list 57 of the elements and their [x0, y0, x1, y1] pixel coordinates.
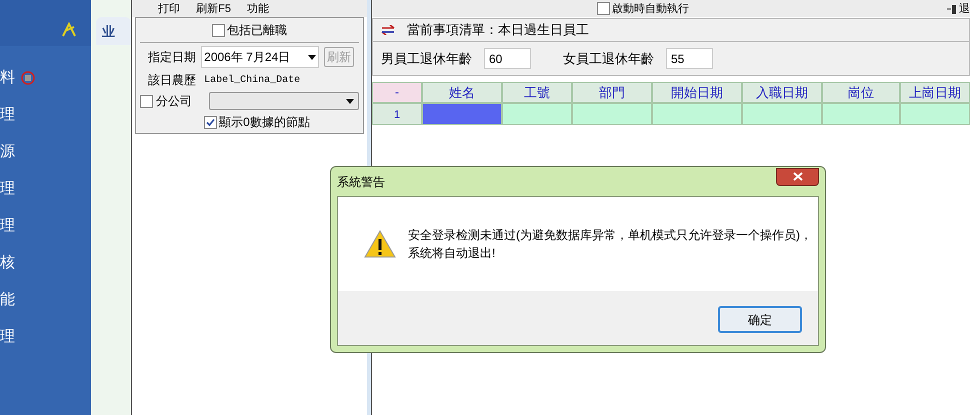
sidebar-item[interactable]: 源 — [0, 142, 15, 162]
table-cell[interactable] — [502, 103, 572, 125]
sidebar-item[interactable]: 理 — [0, 327, 15, 347]
list-title: 當前事項清單：本日過生日員工 — [407, 21, 589, 40]
table-cell[interactable] — [822, 103, 900, 125]
table-cell[interactable] — [652, 103, 742, 125]
warning-icon — [364, 230, 396, 258]
dialog-message: 安全登录检测未通过(为避免数据库异常，单机模式只允许登录一个操作员)，系统将自动退出! — [408, 227, 813, 262]
checkbox-label: 包括已離職 — [227, 22, 288, 39]
checkbox-label: 分公司 — [156, 93, 194, 110]
sidebar-item[interactable]: 核 — [0, 253, 15, 273]
row-number: 1 — [372, 103, 422, 125]
toolbar-button[interactable]: 刷新F5 — [196, 2, 231, 14]
toolbar-button[interactable]: 功能 — [247, 2, 269, 14]
tab[interactable]: 业 — [96, 17, 132, 45]
toolbar-button[interactable]: 打印 — [158, 2, 180, 14]
table-cell[interactable] — [900, 103, 970, 125]
sidebar-item[interactable]: 理 — [0, 179, 15, 199]
branch-select[interactable] — [209, 92, 360, 110]
column-header[interactable]: 崗位 — [822, 82, 900, 103]
lunar-label: 該日農歷 — [147, 72, 196, 89]
exit-label[interactable]: 退 — [959, 2, 970, 14]
dropdown-icon — [308, 54, 316, 60]
checkbox-label: 啟動時自動執行 — [612, 2, 689, 14]
female-age-label: 女員工退休年齡 — [563, 50, 654, 68]
checkbox[interactable] — [204, 116, 218, 128]
checkbox-label: 顯示0數據的節點 — [219, 114, 310, 131]
date-picker[interactable]: 2006年 7月24日 — [201, 46, 320, 68]
close-button[interactable] — [776, 168, 819, 186]
checkbox[interactable] — [597, 2, 610, 15]
exit-icon[interactable] — [947, 4, 957, 14]
checkbox[interactable] — [140, 94, 154, 108]
corner-cell: - — [372, 82, 422, 103]
close-icon — [792, 172, 802, 181]
checkbox[interactable] — [212, 24, 226, 36]
column-header[interactable]: 部門 — [572, 82, 652, 103]
table-cell[interactable] — [742, 103, 822, 125]
column-header[interactable]: 開始日期 — [652, 82, 742, 103]
sidebar-item[interactable]: 理 — [0, 216, 15, 236]
swap-icon — [381, 25, 395, 35]
male-age-field[interactable]: 60 — [484, 48, 531, 69]
lunar-date: Label_China_Date — [204, 74, 300, 88]
dialog-title: 系統警告 — [337, 174, 385, 190]
dropdown-icon — [346, 98, 354, 104]
ok-button[interactable]: 确定 — [718, 306, 802, 333]
male-age-label: 男員工退休年齡 — [381, 50, 472, 68]
table-cell[interactable] — [572, 103, 652, 125]
female-age-field[interactable]: 55 — [666, 48, 713, 69]
column-header[interactable]: 入職日期 — [742, 82, 822, 103]
sidebar-item[interactable]: 能 — [0, 290, 15, 310]
sidebar-item[interactable]: 理 — [0, 105, 15, 125]
selected-cell[interactable] — [422, 103, 502, 125]
sidebar-item[interactable]: 料 — [0, 68, 15, 88]
column-header[interactable]: 上崗日期 — [900, 82, 970, 103]
column-header[interactable]: 姓名 — [422, 82, 502, 103]
date-label: 指定日期 — [147, 49, 196, 66]
column-header[interactable]: 工號 — [502, 82, 572, 103]
